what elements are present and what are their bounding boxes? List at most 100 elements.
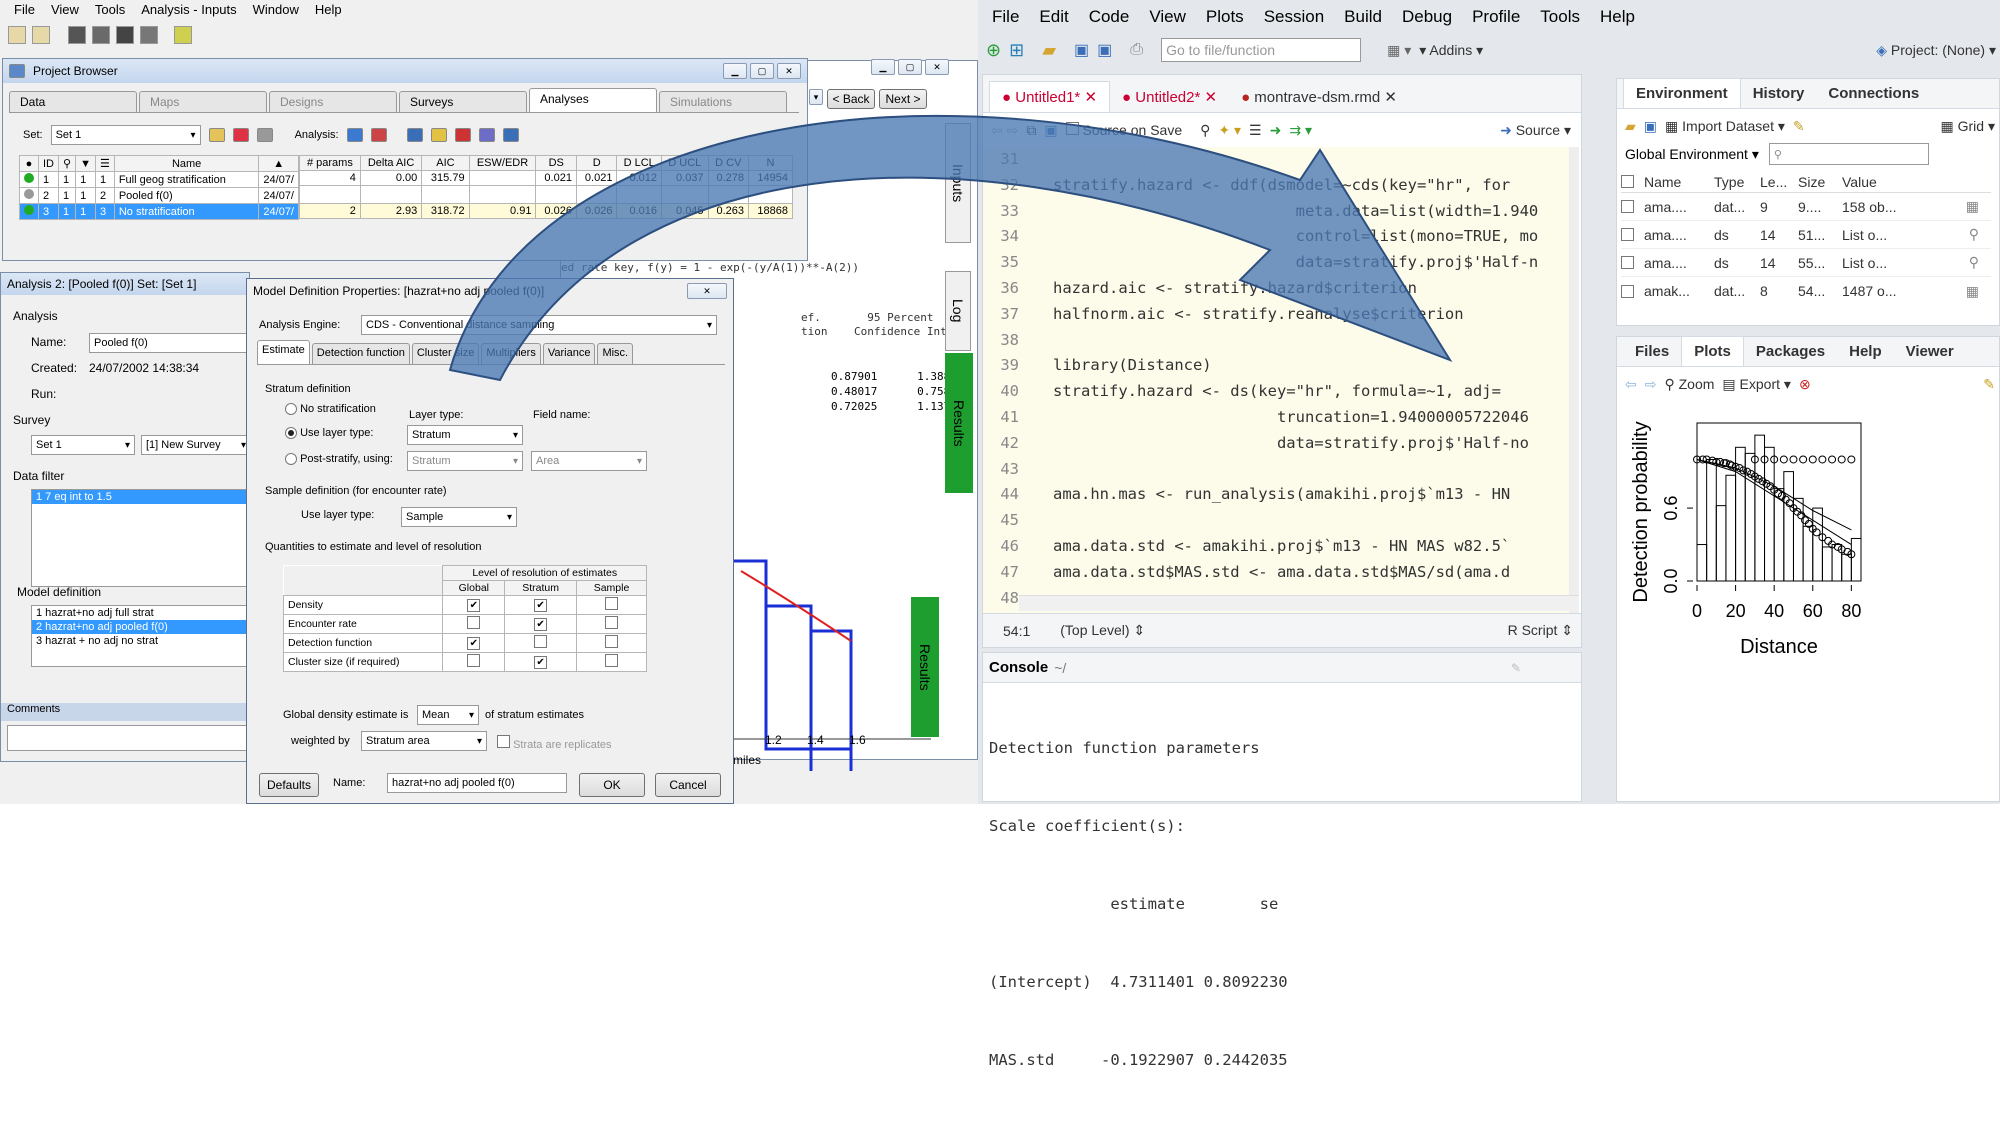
tab-designs[interactable]: Designs [269,91,397,112]
print-icon[interactable] [92,26,110,44]
col-length[interactable]: Le... [1760,174,1798,190]
col-n[interactable]: N [748,155,793,171]
sort-set-icon[interactable] [256,128,273,142]
model-item[interactable]: 3 hazrat + no adj no strat [32,634,250,648]
code-line[interactable]: ama.data.std$MAS.std <- ama.data.std$MAS… [1053,560,1538,586]
save-all-icon[interactable]: ▣ [1097,40,1112,60]
data-icon[interactable] [140,26,158,44]
save-icon[interactable] [68,26,86,44]
calculator-icon[interactable] [116,26,134,44]
tab-surveys[interactable]: Surveys [399,91,527,112]
magnifier-icon[interactable]: ⚲ [1969,254,1979,271]
new-analysis-icon[interactable] [346,128,363,142]
defaults-button[interactable]: Defaults [259,773,319,797]
table-row[interactable]: 1 1 1 1 Full geog stratification 24/07/ [19,171,299,188]
tab-detection-function[interactable]: Detection function [311,343,410,364]
reset-icon[interactable] [454,128,471,142]
load-workspace-icon[interactable]: ▰ [1625,118,1636,135]
strata-replicates-checkbox[interactable] [497,735,510,748]
tab-history[interactable]: History [1741,79,1817,108]
new-project-icon[interactable]: ⊞ [1009,40,1024,61]
inputs-tab[interactable]: Inputs [945,123,971,243]
cluster-sample-checkbox[interactable] [604,654,618,667]
tab-multipliers[interactable]: Multipliers [481,343,541,364]
table-row[interactable]: 2 2.93 318.72 0.91 0.026 0.026 0.016 0.045 0.263… [299,203,793,219]
table-row[interactable]: 2 1 1 2 Pooled f(0) 24/07/ [19,187,299,204]
code-line[interactable]: halfnorm.aic <- stratify.reanalyse$crite… [1053,302,1538,328]
editor-hscroll[interactable] [1019,595,1579,611]
back-button[interactable]: < Back [827,89,875,109]
close-icon[interactable]: ✕ [777,63,801,79]
env-row-checkbox[interactable] [1621,228,1634,241]
tab-plots[interactable]: Plots [1681,336,1744,366]
no-strat-radio[interactable] [285,403,297,416]
col-size[interactable]: Size [1798,174,1842,190]
code-line[interactable] [1053,508,1538,534]
col-params[interactable]: # params [299,155,361,171]
results-dropdown[interactable]: ▾ [809,89,823,105]
prev-plot-icon[interactable]: ⇦ [1625,376,1637,393]
post-layer-select[interactable]: Stratum [407,451,523,471]
code-line[interactable]: data=stratify.proj$'Half-n [1053,250,1539,276]
code-line[interactable]: truncation=1.94000005722046 [1053,405,1538,431]
menu-view[interactable]: View [51,2,79,17]
tab-help[interactable]: Help [1837,337,1894,366]
col-delta-aic[interactable]: Delta AIC [359,155,423,171]
next-button[interactable]: Next > [879,89,927,109]
run-icon[interactable] [430,128,447,142]
env-row[interactable]: ama.... dat... 9 9.... 158 ob... ▦ [1621,193,1991,221]
detection-stratum-checkbox[interactable] [534,635,548,648]
col-esw[interactable]: ESW/EDR [468,155,537,171]
cancel-button[interactable]: Cancel [655,773,721,797]
code-line[interactable]: ama.data.std <- amakihi.proj$`m13 - HN M… [1053,534,1538,560]
data-filter-list[interactable]: 1 7 eq int to 1.5 [31,489,251,587]
tab-untitled1[interactable]: ● Untitled1* ✕ [989,81,1111,112]
strata-replicates-option[interactable]: Strata are replicates [497,735,612,751]
tab-estimate[interactable]: Estimate [257,340,310,364]
close-icon[interactable]: ✕ [687,283,727,299]
code-line[interactable]: stratify.hazard <- ds(key="hr", formula=… [1053,379,1538,405]
tab-simulations[interactable]: Simulations [659,91,787,112]
density-stratum-checkbox[interactable]: ✔ [534,598,548,612]
delete-analysis-icon[interactable] [370,128,387,142]
env-row-checkbox[interactable] [1621,284,1634,298]
menu-profile[interactable]: Profile [1472,7,1520,27]
model-item[interactable]: 2 hazrat+no adj pooled f(0) [32,620,250,634]
menu-help[interactable]: Help [315,2,342,17]
save-icon[interactable]: ▣ [1044,122,1057,139]
global-density-select[interactable]: Mean [417,705,479,725]
model-col-icon[interactable]: ☰ [94,155,115,172]
model-item[interactable]: 1 hazrat+no adj full strat [32,606,250,620]
col-type[interactable]: Type [1714,174,1760,190]
menu-build[interactable]: Build [1344,7,1382,27]
import-dataset-button[interactable]: ▦ Import Dataset ▾ [1665,118,1785,135]
field-name-select[interactable]: Area [531,451,647,471]
tab-connections[interactable]: Connections [1816,79,1931,108]
open-file-icon[interactable]: ▰ [1042,40,1056,61]
editor-vscroll[interactable] [1569,147,1579,613]
detection-sample-checkbox[interactable] [604,635,618,648]
col-aic[interactable]: AIC [421,155,470,171]
status-col-header[interactable]: ● [19,155,39,172]
code-line[interactable]: hazard.aic <- stratify.hazard$criterion [1053,276,1538,302]
env-row[interactable]: amak... dat... 8 54... 1487 o... ▦ [1621,277,1991,305]
menu-code[interactable]: Code [1089,7,1130,27]
delete-set-icon[interactable] [232,128,249,142]
binoculars-icon[interactable]: ⚲ [57,155,77,172]
wand-icon[interactable]: ✦ ▾ [1218,122,1241,139]
tab-misc[interactable]: Misc. [597,343,634,364]
col-dcv[interactable]: D CV [707,155,750,171]
table-row[interactable] [299,185,793,204]
env-row[interactable]: ama.... ds 14 55... List o... ⚲ [1621,249,1991,277]
detection-global-checkbox[interactable]: ✔ [467,636,481,650]
clear-plots-icon[interactable]: ✎ [1983,376,1995,393]
results-tab-lower[interactable]: Results [911,597,939,737]
menu-view[interactable]: View [1149,7,1186,27]
show-in-window-icon[interactable]: ⧉ [1026,122,1036,139]
tab-variance[interactable]: Variance [542,343,596,364]
new-set-icon[interactable] [208,128,225,142]
model-def-list[interactable]: 1 hazrat+no adj full strat 2 hazrat+no a… [31,605,251,667]
menu-session[interactable]: Session [1264,7,1324,27]
maximize-icon[interactable]: ▢ [750,63,774,79]
project-menu[interactable]: ◈ Project: (None) ▾ [1876,42,1996,59]
